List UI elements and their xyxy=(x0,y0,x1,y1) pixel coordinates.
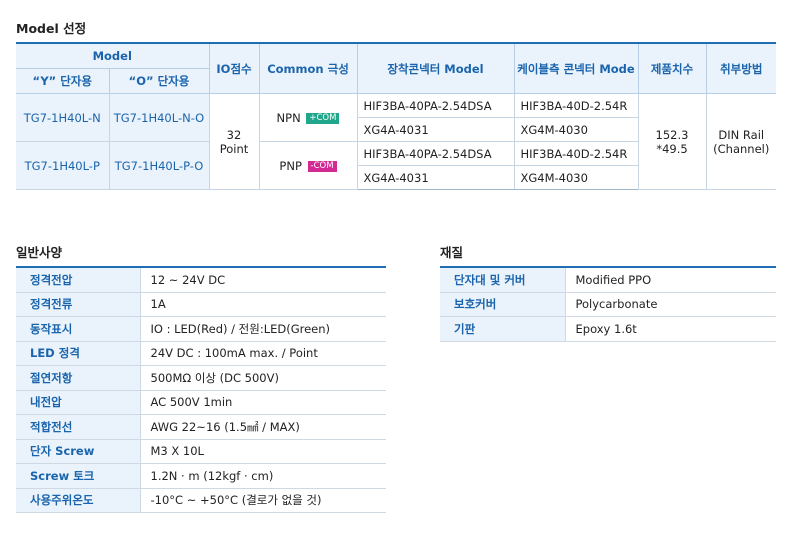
polarity-cell: NPN +COM xyxy=(259,93,358,142)
spec-key: 보호커버 xyxy=(440,292,565,317)
spec-key: Screw 토크 xyxy=(16,463,140,489)
dimensions-cell: 152.3 *49.5 xyxy=(638,93,707,190)
spec-key: 절연저항 xyxy=(16,365,140,391)
spec-key: 단자대 및 커버 xyxy=(440,267,565,293)
polarity-label: PNP xyxy=(279,158,302,173)
mounted-connector-cell: XG4A-4031 xyxy=(357,165,515,190)
spec-row: 단자대 및 커버 Modified PPO xyxy=(440,267,776,293)
cable-connector-cell: XG4M-4030 xyxy=(514,165,639,190)
o-terminal-header: “O” 단자용 xyxy=(109,68,210,94)
spec-value: 1.2N · m (12kgf · cm) xyxy=(139,463,386,489)
spec-key: 적합전선 xyxy=(16,414,140,440)
spec-value: Polycarbonate xyxy=(564,292,776,317)
cable-connector-header: 케이블측 콘넥터 Mode xyxy=(514,43,639,94)
spec-key: 정격전류 xyxy=(16,292,140,317)
spec-row: 적합전선 AWG 22~16 (1.5㎟ / MAX) xyxy=(16,414,386,440)
spec-key: 동작표시 xyxy=(16,316,140,342)
spec-key: 단자 Screw xyxy=(16,439,140,464)
spec-value: M3 X 10L xyxy=(139,439,386,464)
spec-row: 기판 Epoxy 1.6t xyxy=(440,316,776,342)
spec-row: 절연저항 500MΩ 이상 (DC 500V) xyxy=(16,365,386,391)
model-table: Model IO점수 Common 극성 장착콘넥터 Model 케이블측 콘넥… xyxy=(16,42,776,190)
spec-value: AC 500V 1min xyxy=(139,390,386,415)
dimensions-header: 제품치수 xyxy=(638,43,707,94)
mounted-connector-header: 장착콘넥터 Model xyxy=(357,43,515,94)
spec-row: 정격전류 1A xyxy=(16,292,386,317)
spec-key: 사용주위온도 xyxy=(16,488,140,513)
polarity-cell: PNP -COM xyxy=(259,141,358,190)
spec-value: 24V DC : 100mA max. / Point xyxy=(139,341,386,366)
mounting-value-1: DIN Rail xyxy=(718,127,765,142)
model-section-title: Model 선정 xyxy=(16,21,87,36)
plus-com-badge: +COM xyxy=(306,112,340,124)
spec-value: Modified PPO xyxy=(564,267,776,293)
mounting-cell: DIN Rail (Channel) xyxy=(706,93,776,190)
spec-value: 12 ~ 24V DC xyxy=(139,267,386,293)
spec-value: 500MΩ 이상 (DC 500V) xyxy=(139,365,386,391)
material-section-title: 재질 xyxy=(440,245,464,260)
io-points-unit: Point xyxy=(219,141,249,156)
material-spec-table: 단자대 및 커버 Modified PPO 보호커버 Polycarbonate 기판 E… xyxy=(440,266,776,342)
spec-row: LED 정격 24V DC : 100mA max. / Point xyxy=(16,341,386,366)
io-points-cell: 32 Point xyxy=(209,93,260,190)
spec-row: 동작표시 IO : LED(Red) / 전원:LED(Green) xyxy=(16,316,386,342)
y-model-cell: TG7-1H40L-N xyxy=(16,93,110,142)
minus-com-badge: -COM xyxy=(307,160,337,172)
table-row: TG7-1H40L-N TG7-1H40L-N-O 32 Point NPN +… xyxy=(16,93,776,190)
polarity-label: NPN xyxy=(276,110,301,125)
spec-value: 1A xyxy=(139,292,386,317)
general-section-title: 일반사양 xyxy=(16,245,63,260)
spec-value: AWG 22~16 (1.5㎟ / MAX) xyxy=(139,414,386,440)
y-terminal-header: “Y” 단자용 xyxy=(16,68,110,94)
mounted-connector-cell: HIF3BA-40PA-2.54DSA xyxy=(357,141,515,166)
spec-row: 보호커버 Polycarbonate xyxy=(440,292,776,317)
io-points-value: 32 xyxy=(226,127,242,142)
model-header: Model xyxy=(16,43,210,69)
spec-value: IO : LED(Red) / 전원:LED(Green) xyxy=(139,316,386,342)
y-model-cell: TG7-1H40L-P xyxy=(16,141,110,190)
cable-connector-cell: HIF3BA-40D-2.54R xyxy=(514,141,639,166)
spec-key: 정격전압 xyxy=(16,267,140,293)
common-polarity-header: Common 극성 xyxy=(259,43,358,94)
io-points-header: IO점수 xyxy=(209,43,260,94)
mounting-header: 취부방법 xyxy=(706,43,776,94)
spec-row: 내전압 AC 500V 1min xyxy=(16,390,386,415)
o-model-cell: TG7-1H40L-N-O xyxy=(109,93,210,142)
spec-key: 내전압 xyxy=(16,390,140,415)
mounted-connector-cell: XG4A-4031 xyxy=(357,117,515,142)
spec-value: Epoxy 1.6t xyxy=(564,316,776,342)
o-model-cell: TG7-1H40L-P-O xyxy=(109,141,210,190)
spec-row: 사용주위온도 -10°C ~ +50°C (결로가 없을 것) xyxy=(16,488,386,513)
spec-value: -10°C ~ +50°C (결로가 없을 것) xyxy=(139,488,386,513)
mounted-connector-cell: HIF3BA-40PA-2.54DSA xyxy=(357,93,515,118)
spec-row: 단자 Screw M3 X 10L xyxy=(16,439,386,464)
spec-row: Screw 토크 1.2N · m (12kgf · cm) xyxy=(16,463,386,489)
mounting-value-2: (Channel) xyxy=(713,141,770,156)
spec-row: 정격전압 12 ~ 24V DC xyxy=(16,267,386,293)
spec-key: LED 정격 xyxy=(16,341,140,366)
general-spec-table: 정격전압 12 ~ 24V DC 정격전류 1A 동작표시 IO : LED(Red) /… xyxy=(16,266,386,513)
cable-connector-cell: XG4M-4030 xyxy=(514,117,639,142)
spec-key: 기판 xyxy=(440,316,565,342)
cable-connector-cell: HIF3BA-40D-2.54R xyxy=(514,93,639,118)
